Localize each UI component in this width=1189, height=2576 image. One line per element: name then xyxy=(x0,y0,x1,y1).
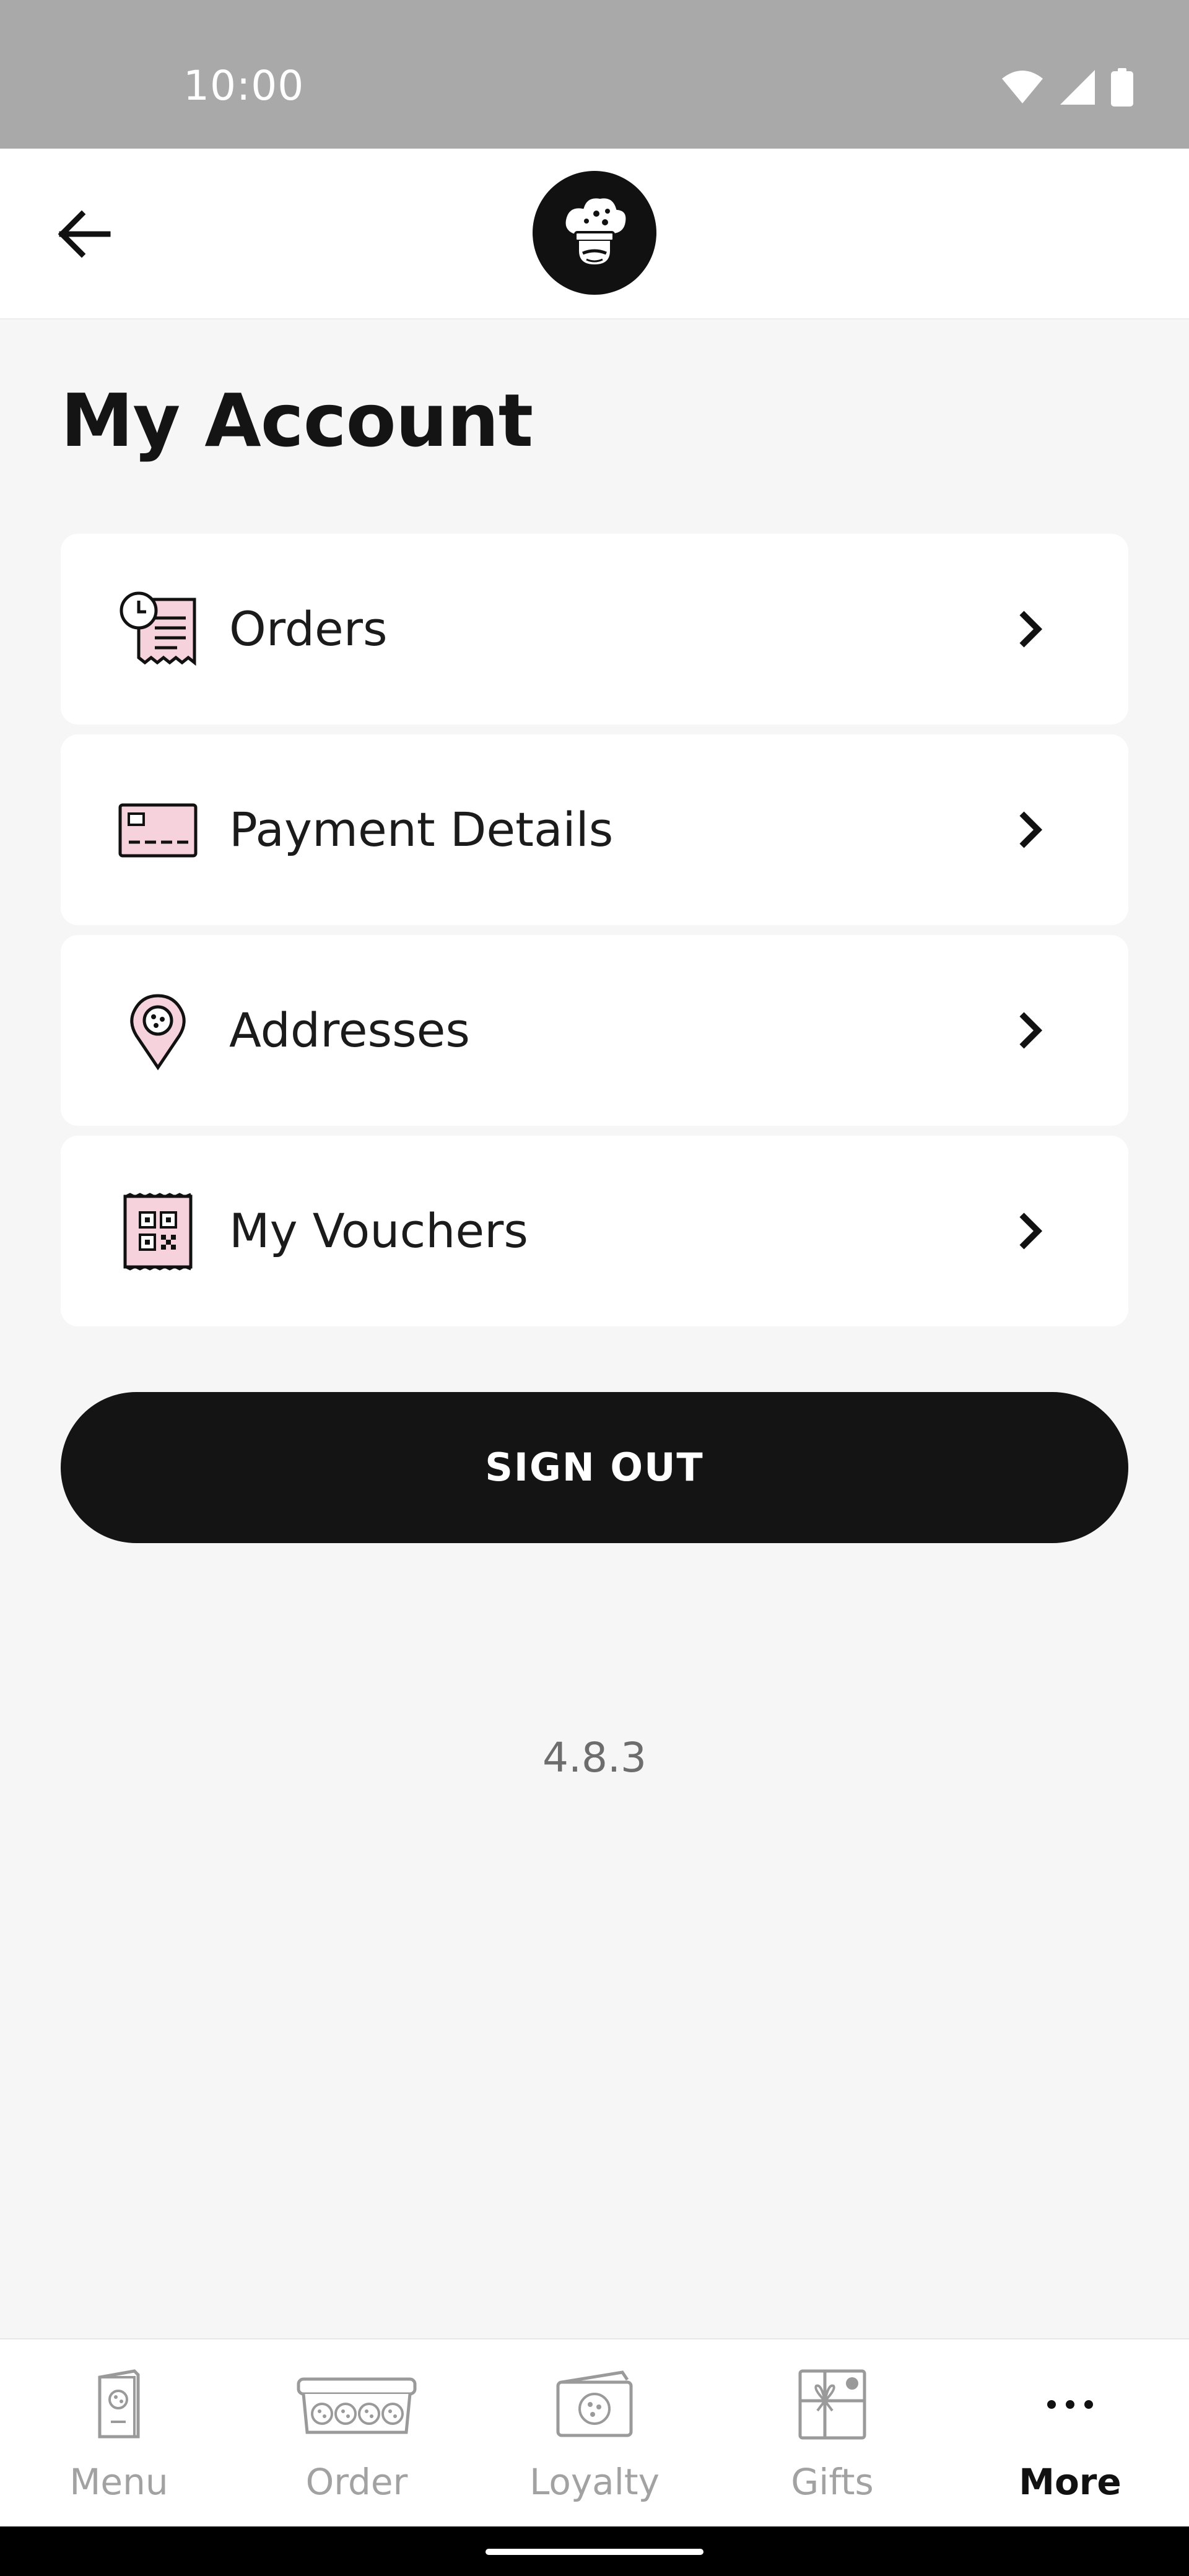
nav-item-menu[interactable]: Menu xyxy=(0,2339,238,2528)
app-version: 4.8.3 xyxy=(542,1734,647,1782)
page-title: My Account xyxy=(61,378,533,463)
credit-card-icon xyxy=(118,790,198,871)
my-vouchers-menu-item[interactable]: My Vouchers xyxy=(61,1136,1128,1326)
nav-label-gifts: Gifts xyxy=(791,2461,874,2503)
cookie-box-icon xyxy=(238,2364,476,2445)
system-nav-bar xyxy=(0,2526,1189,2576)
account-menu: Orders Payment Details Addresses My Vouc… xyxy=(61,534,1128,1336)
addresses-menu-item[interactable]: Addresses xyxy=(61,935,1128,1126)
back-button[interactable] xyxy=(50,201,118,269)
menu-card-icon xyxy=(0,2364,238,2445)
nav-label-loyalty: Loyalty xyxy=(529,2461,660,2503)
screen: 10:00 My Account Orders Payment Details … xyxy=(0,0,1189,2576)
chef-cookie-logo xyxy=(533,171,656,295)
chevron-right-icon xyxy=(1004,1006,1054,1055)
voucher-qr-icon xyxy=(118,1191,198,1272)
sign-out-button[interactable]: SIGN OUT xyxy=(61,1392,1128,1543)
orders-menu-item[interactable]: Orders xyxy=(61,534,1128,724)
receipt-clock-icon xyxy=(118,590,198,670)
nav-item-loyalty[interactable]: Loyalty xyxy=(476,2339,713,2528)
status-icons xyxy=(1001,68,1133,109)
nav-item-order[interactable]: Order xyxy=(238,2339,476,2528)
nav-label-menu: Menu xyxy=(69,2461,168,2503)
arrow-left-icon xyxy=(56,209,111,261)
bottom-nav: Menu Order Loyalty Gifts More xyxy=(0,2338,1189,2526)
more-dots-icon xyxy=(951,2364,1189,2445)
wifi-icon xyxy=(1001,70,1044,107)
chevron-right-icon xyxy=(1004,805,1054,855)
nav-item-gifts[interactable]: Gifts xyxy=(713,2339,951,2528)
my-vouchers-label: My Vouchers xyxy=(229,1203,529,1258)
payment-details-menu-item[interactable]: Payment Details xyxy=(61,734,1128,925)
gift-icon xyxy=(713,2364,951,2445)
home-indicator[interactable] xyxy=(486,2549,703,2555)
status-bar: 10:00 xyxy=(0,0,1189,149)
battery-icon xyxy=(1111,68,1133,109)
loyalty-card-icon xyxy=(476,2364,713,2445)
nav-item-more[interactable]: More xyxy=(951,2339,1189,2528)
payment-details-label: Payment Details xyxy=(229,802,614,857)
nav-label-more: More xyxy=(1019,2461,1121,2503)
app-bar xyxy=(0,149,1189,320)
signal-icon xyxy=(1059,69,1096,108)
map-pin-icon xyxy=(118,991,198,1071)
orders-label: Orders xyxy=(229,601,388,656)
nav-label-order: Order xyxy=(305,2461,408,2503)
addresses-label: Addresses xyxy=(229,1003,471,1058)
chevron-right-icon xyxy=(1004,604,1054,654)
chevron-right-icon xyxy=(1004,1206,1054,1256)
status-time: 10:00 xyxy=(183,62,305,110)
